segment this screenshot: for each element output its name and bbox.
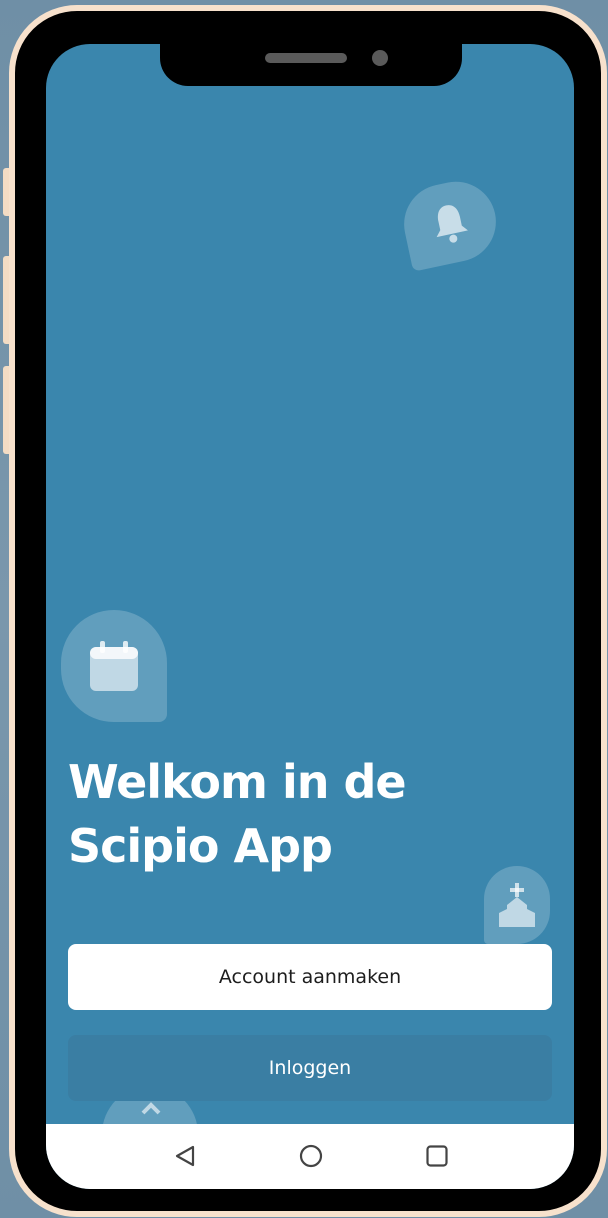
square-recents-icon [426,1145,448,1167]
welcome-title-line-2: Scipio App [68,819,333,873]
welcome-title: Welkom in de Scipio App [68,750,548,878]
calendar-icon [90,641,138,691]
church-icon [499,883,535,927]
nav-home-button[interactable] [293,1138,329,1174]
front-camera [372,50,388,66]
app-screen: Welkom in de Scipio App Account aanmaken… [46,44,574,1189]
triangle-back-icon [175,1145,195,1167]
phone-notch [160,34,462,86]
bell-icon [436,205,468,243]
login-button[interactable]: Inloggen [68,1035,552,1101]
welcome-title-line-1: Welkom in de [68,755,407,809]
calendar-bubble [61,610,167,722]
speaker-grille [265,53,347,63]
circle-home-icon [299,1144,323,1168]
nav-recents-button[interactable] [419,1138,455,1174]
create-account-button[interactable]: Account aanmaken [68,944,552,1010]
nav-back-button[interactable] [167,1138,203,1174]
android-navigation-bar [46,1124,574,1189]
bell-bubble [396,174,504,272]
create-account-label: Account aanmaken [218,966,402,988]
login-label: Inloggen [268,1057,352,1079]
